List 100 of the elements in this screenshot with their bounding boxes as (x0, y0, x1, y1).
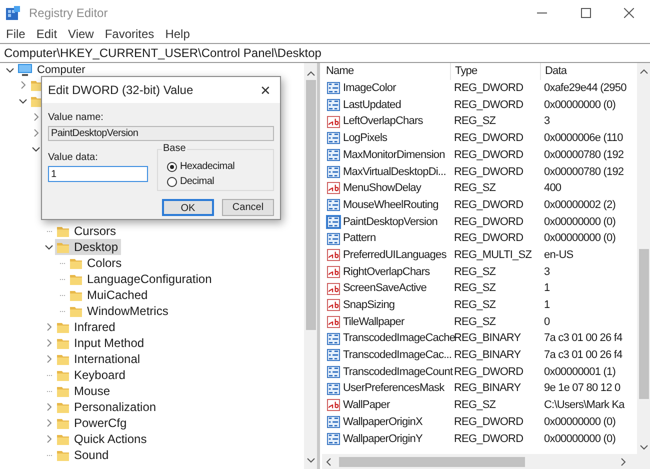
scrollbar-thumb[interactable] (339, 456, 525, 466)
value-name[interactable]: RightOverlapChars (343, 264, 430, 280)
tree-item-label[interactable]: Cursors (74, 222, 116, 240)
value-name[interactable]: TranscodedImageCache (343, 330, 456, 347)
radio-label[interactable]: Decimal (180, 176, 214, 188)
collapsed-chevron-icon[interactable] (47, 419, 52, 427)
tree-item-label[interactable]: PowerCfg (74, 414, 127, 432)
folder-icon (57, 402, 69, 412)
collapsed-chevron-icon[interactable] (47, 355, 52, 363)
scrollbar-thumb[interactable] (638, 249, 648, 399)
column-header[interactable]: Name (322, 63, 450, 80)
value-name[interactable]: ImageColor (343, 80, 396, 97)
ok-button[interactable]: OK (162, 199, 214, 216)
value-name[interactable]: LogPixels (343, 130, 388, 147)
maximize-icon[interactable] (581, 8, 591, 18)
tree-item-label[interactable]: International (74, 350, 140, 368)
value-type: REG_DWORD (454, 216, 524, 228)
horizontal-scrollbar[interactable] (322, 454, 650, 469)
tree-item-label[interactable]: WindowMetrics (87, 302, 168, 320)
value-name[interactable]: UserPreferencesMask (343, 380, 444, 397)
menu-item[interactable]: Edit (36, 25, 58, 43)
scroll-right-icon[interactable] (621, 458, 626, 466)
collapsed-chevron-icon[interactable] (34, 113, 39, 121)
value-name[interactable]: TranscodedImageCac... (343, 347, 452, 364)
value-name[interactable]: TranscodedImageCount (343, 364, 453, 380)
registry-app-icon (6, 6, 20, 20)
scrollbar[interactable] (304, 63, 317, 469)
tree-item-label[interactable]: Input Method (74, 334, 144, 352)
value-name[interactable]: WallpaperOriginY (343, 430, 422, 448)
scroll-up-icon[interactable] (306, 71, 314, 76)
scroll-down-icon[interactable] (306, 458, 314, 463)
collapsed-chevron-icon[interactable] (47, 339, 52, 347)
collapsed-chevron-icon[interactable] (21, 81, 26, 89)
value-data: 0x0000006e (110 (544, 132, 623, 144)
collapsed-chevron-icon[interactable] (34, 129, 39, 137)
tree-item-label[interactable]: Personalization (74, 398, 156, 416)
folder-icon (57, 434, 69, 444)
radio-button[interactable] (167, 162, 177, 172)
value-name[interactable]: WallpaperOriginX (343, 414, 422, 430)
menu-item[interactable]: Favorites (104, 25, 154, 43)
scroll-down-icon[interactable] (640, 445, 648, 450)
tree-item-label[interactable]: Computer (37, 63, 86, 78)
close-button[interactable]: ✕ (260, 84, 271, 96)
value-name[interactable]: ScreenSaveActive (343, 280, 426, 297)
column-header[interactable]: Type (450, 63, 540, 80)
value-type: REG_BINARY (454, 332, 521, 344)
collapsed-chevron-icon[interactable] (47, 403, 52, 411)
scroll-left-icon[interactable] (326, 458, 331, 466)
value-name[interactable]: MenuShowDelay (343, 180, 421, 197)
cancel-button[interactable]: Cancel (222, 199, 274, 216)
tree-item-label[interactable]: Infrared (74, 318, 116, 336)
expanded-chevron-icon[interactable] (6, 68, 14, 72)
scroll-up-icon[interactable] (640, 69, 648, 74)
value-data: 0x00000000 (0) (544, 216, 616, 228)
value-name[interactable]: LeftOverlapChars (343, 113, 423, 130)
value-name[interactable]: MouseWheelRouting (343, 196, 438, 214)
tree-item-label[interactable]: Keyboard (74, 366, 126, 384)
value-data: 3 (544, 115, 550, 128)
tree-item-label[interactable]: Mouse (74, 382, 110, 400)
expanded-chevron-icon[interactable] (45, 244, 53, 250)
value-data: 7a c3 01 00 26 f4 (544, 332, 622, 344)
close-icon[interactable] (624, 8, 634, 18)
value-name[interactable]: PreferredUILanguages (343, 246, 446, 264)
menu-item[interactable]: File (6, 25, 26, 43)
collapsed-chevron-icon[interactable] (47, 323, 52, 331)
value-data: 400 (544, 182, 562, 194)
tree-item-label[interactable]: LanguageConfiguration (87, 270, 212, 288)
value-type: REG_SZ (454, 282, 496, 294)
tree-item-label[interactable]: Quick Actions (74, 430, 147, 448)
radio-button[interactable] (167, 177, 177, 187)
tree-item-label[interactable]: MuiCached (87, 286, 148, 304)
menu-item[interactable]: View (68, 25, 94, 43)
address-bar[interactable]: Computer\HKEY_CURRENT_USER\Control Panel\Desktop (0, 43, 650, 63)
value-name[interactable]: SnapSizing (343, 297, 395, 314)
menu-item[interactable]: Help (165, 25, 190, 43)
value-name[interactable]: MaxVirtualDesktopDi... (343, 164, 446, 180)
value-name[interactable]: TileWallpaper (343, 314, 404, 330)
value-type: REG_DWORD (454, 166, 524, 178)
scrollbar-thumb[interactable] (306, 80, 316, 330)
tree-item-label[interactable]: Colors (87, 254, 122, 272)
value-type: REG_DWORD (454, 198, 524, 211)
radio-label[interactable]: Hexadecimal (180, 161, 235, 173)
value-type: REG_DWORD (454, 132, 524, 144)
value-data-field[interactable]: 1 (48, 166, 148, 182)
value-name[interactable]: MaxMonitorDimension (343, 146, 445, 164)
folder-icon (57, 370, 69, 380)
value-name[interactable]: LastUpdated (343, 96, 401, 114)
computer-icon (18, 64, 32, 76)
value-name[interactable]: WallPaper (343, 397, 390, 414)
value-name[interactable]: Pattern (343, 230, 376, 247)
scrollbar[interactable] (637, 63, 650, 454)
value-type: REG_MULTI_SZ (454, 248, 532, 261)
value-data: 0x00000000 (0) (544, 98, 616, 111)
value-type: REG_SZ (454, 316, 496, 328)
value-name[interactable]: PaintDesktopVersion (343, 214, 438, 230)
expanded-chevron-icon[interactable] (19, 98, 27, 104)
expanded-chevron-icon[interactable] (32, 146, 40, 152)
collapsed-chevron-icon[interactable] (47, 435, 52, 443)
tree-item-label[interactable]: Sound (74, 446, 109, 464)
folder-icon (57, 450, 69, 460)
